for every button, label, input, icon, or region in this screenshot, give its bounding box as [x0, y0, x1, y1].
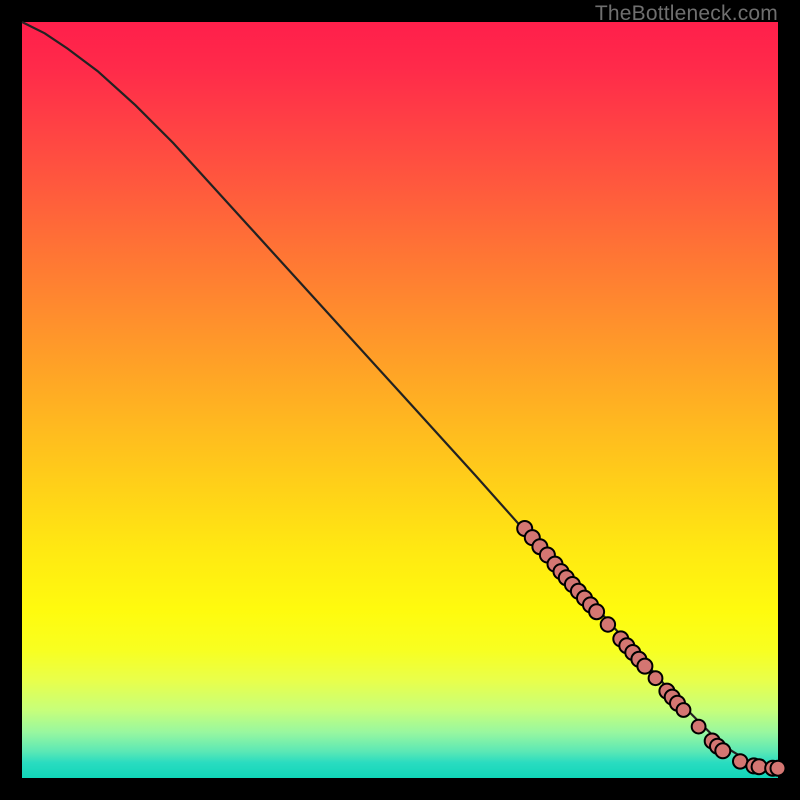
trend-line	[22, 22, 778, 768]
data-marker	[637, 659, 652, 674]
data-marker	[589, 604, 604, 619]
data-marker	[771, 761, 786, 776]
plot-area	[22, 22, 778, 778]
chart-svg	[22, 22, 778, 778]
data-marker	[677, 703, 691, 717]
chart-stage: TheBottleneck.com	[0, 0, 800, 800]
data-marker	[649, 671, 663, 685]
data-marker	[692, 720, 706, 734]
data-marker	[601, 617, 615, 631]
data-marker	[715, 743, 730, 758]
marker-group	[517, 521, 785, 776]
data-marker	[733, 754, 747, 768]
